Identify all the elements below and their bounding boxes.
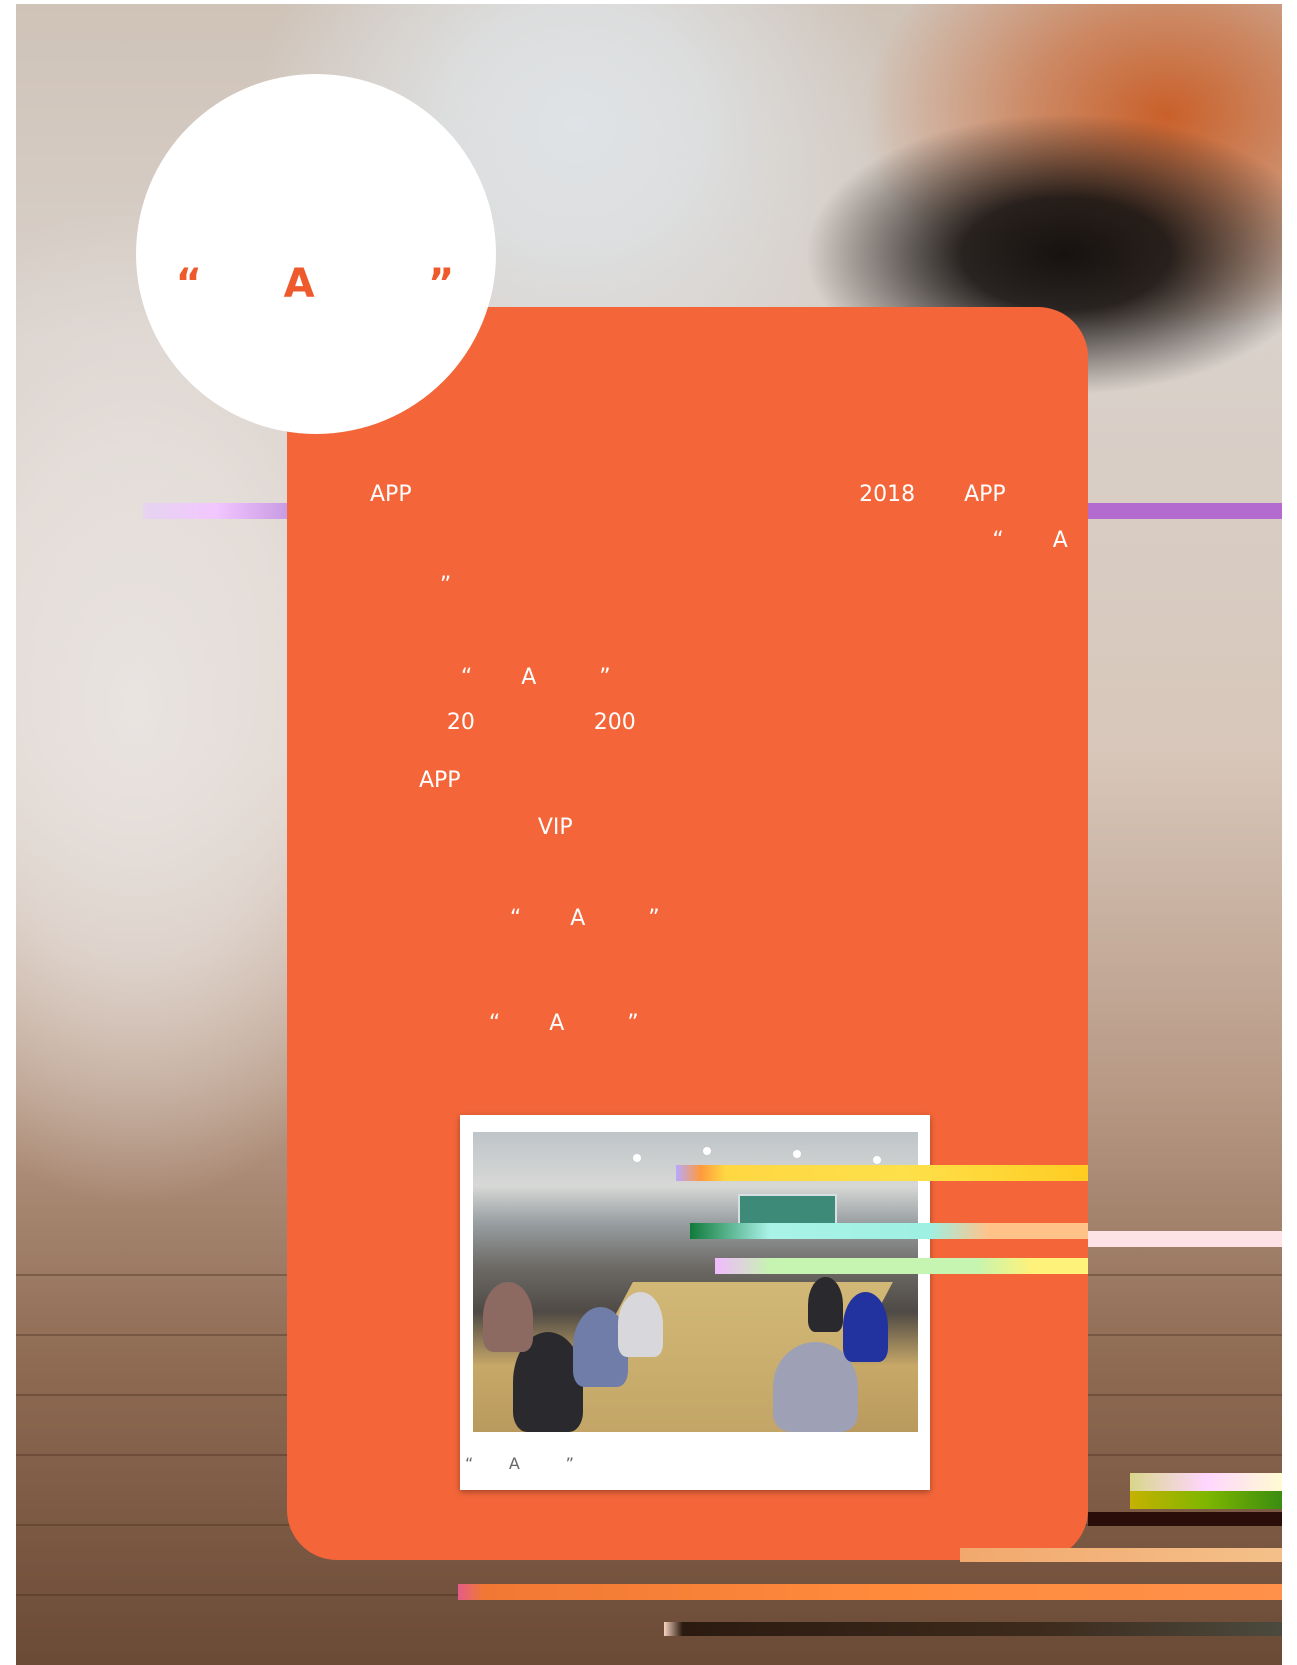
ceiling-light	[793, 1150, 801, 1158]
glitch-bar	[1088, 1512, 1282, 1526]
glitch-bar	[664, 1622, 1282, 1636]
glitch-bar	[676, 1165, 1088, 1181]
body-line-9: “ A ”	[370, 1011, 639, 1036]
attendee	[843, 1292, 888, 1362]
attendee	[618, 1292, 663, 1357]
body-line-5: 20 200	[370, 710, 636, 735]
body-line-2: “ A	[370, 528, 1068, 553]
glitch-bar	[458, 1584, 1282, 1600]
title-circle: “ A ”	[136, 74, 496, 434]
photo-caption: “ A ”	[465, 1454, 574, 1473]
glitch-bar	[1130, 1491, 1282, 1509]
page-title: “ A ”	[175, 261, 457, 307]
ceiling-light	[703, 1147, 711, 1155]
glitch-bar	[960, 1548, 1282, 1562]
body-line-8: “ A ”	[370, 906, 660, 931]
body-line-3: ”	[370, 573, 452, 598]
attendee	[483, 1282, 533, 1352]
glitch-bar	[1130, 1473, 1282, 1491]
ceiling-light	[873, 1156, 881, 1164]
attendee	[808, 1277, 843, 1332]
body-line-7: VIP	[370, 815, 573, 840]
body-line-6: APP	[370, 768, 461, 793]
body-line-4: “ A ”	[370, 665, 611, 690]
glitch-bar	[1088, 1231, 1282, 1247]
glitch-bar	[1088, 503, 1282, 519]
ceiling-light	[633, 1154, 641, 1162]
glitch-bar	[690, 1223, 1088, 1239]
body-line-1: APP 2018 APP	[370, 482, 1006, 507]
glitch-bar	[143, 503, 288, 519]
glitch-bar	[715, 1258, 1088, 1274]
